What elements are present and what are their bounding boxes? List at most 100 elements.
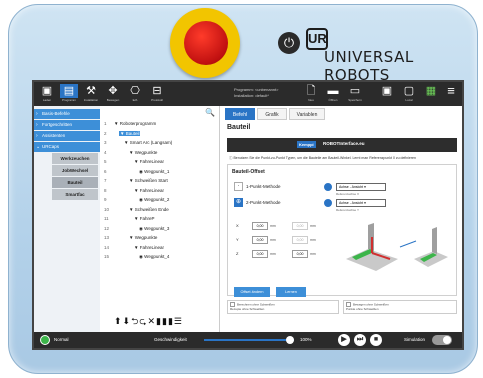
chevron-right-icon: › — [36, 122, 38, 128]
tab-grafik[interactable]: Grafik — [257, 108, 287, 120]
tree-node-label: ▼ Smart Arc (Langsam) — [124, 140, 173, 145]
tree-node-label: ◉ Wegpunkt_4 — [139, 254, 170, 259]
line-number: 8 — [104, 187, 107, 193]
tree-row[interactable]: 9 ◉ Wegpunkt_2 — [104, 196, 169, 203]
ur-cap-icon[interactable]: ▣ — [378, 84, 396, 98]
emergency-stop-button[interactable] — [184, 21, 228, 65]
offset-x-1[interactable]: 0,00 — [252, 222, 268, 230]
offset-row-x: X — [236, 221, 239, 231]
kemppi-banner: Kemppi ROBOTInterface.eu — [227, 138, 457, 152]
tb-label: Laden — [42, 98, 52, 102]
power-button[interactable]: ⏻ — [278, 32, 300, 54]
ur-home-icon[interactable]: ▣ — [38, 84, 56, 98]
tree-node-label: ◉ Wegpunkt_1 — [139, 168, 170, 174]
installation-icon[interactable]: ⚒ — [82, 84, 100, 98]
tree-row[interactable]: 2 ▼ Bauteil — [104, 130, 141, 137]
new-file-icon[interactable]: 🗋 — [302, 84, 320, 98]
speed-label: Geschwindigkeit — [154, 337, 187, 342]
tree-row[interactable]: 3 ▼ Smart Arc (Langsam) — [104, 139, 172, 146]
offset-y-1[interactable]: 0,00 — [252, 236, 268, 244]
menu-icon[interactable]: ≡ — [442, 84, 460, 98]
two-point-method[interactable]: ⊕ 2-Punkt-Methode — [234, 197, 281, 209]
sidebar-subitem-jobwechsel[interactable]: JobWechsel — [52, 165, 98, 176]
io-icon[interactable]: ⎔ — [126, 84, 144, 98]
tab-befehl[interactable]: Befehl — [225, 108, 255, 120]
step-button[interactable]: ⏭ — [354, 334, 366, 346]
banner-text: ROBOTInterface.eu — [323, 141, 365, 146]
move-icon[interactable]: ✥ — [104, 84, 122, 98]
foot-sub: Punkte ohne Schweißen — [346, 307, 379, 311]
speed-slider[interactable] — [204, 339, 294, 341]
offset-row-y: Y — [236, 235, 239, 245]
play-button[interactable]: ▶ — [338, 334, 350, 346]
tree-toolbar[interactable]: ⬆⬇⮌⮎✕▮▮▮☰ — [114, 314, 218, 328]
move-without-welding[interactable]: Bewegen ohne Schweißen Punkte ohne Schwe… — [343, 300, 457, 314]
tree-row[interactable]: 8 ▼ FahreLinear — [104, 187, 164, 194]
line-number: 11 — [104, 216, 109, 221]
search-icon[interactable]: 🔍 — [205, 108, 215, 117]
save-icon[interactable]: ▭ — [346, 84, 364, 98]
calc-without-welding[interactable]: Berechnen ohne Schweißen Rezepte ohne Sc… — [227, 300, 339, 314]
axis-dropdown-2[interactable]: Achse - Ansicht ▾ — [336, 199, 386, 207]
brand-name: UNIVERSAL ROBOTS — [324, 48, 414, 84]
sidebar-item-urcaps[interactable]: ⌄ URCaps — [34, 142, 100, 152]
line-number: 6 — [104, 168, 107, 174]
kemppi-logo: Kemppi — [297, 141, 316, 148]
sidebar-subitem-smartfac[interactable]: Smartfac — [52, 189, 98, 200]
tree-node-label: ▼ Bauteil — [119, 130, 141, 136]
simulation-label: Simulation — [404, 337, 426, 342]
tree-node-label: ▼ Roboterprogramm — [114, 121, 157, 126]
simulation-toggle[interactable] — [432, 335, 452, 345]
tree-row[interactable]: 7 ▼ Schweißen Start — [104, 177, 168, 184]
tb-label: Installation — [83, 98, 99, 102]
method-label: 2-Punkt-Methode — [246, 200, 281, 205]
tree-row[interactable]: 4 ▼ Wegpunkte — [104, 149, 157, 156]
offset-x-2[interactable]: 0,00 — [292, 222, 308, 230]
one-point-method[interactable]: · 1-Punkt-Methode — [234, 181, 281, 193]
tree-row[interactable]: 5 ▼ FahreLinear — [104, 158, 164, 165]
tree-node-label: ◉ Wegpunkt_2 — [139, 197, 170, 202]
offset-z-2[interactable]: 0,00 — [292, 250, 308, 258]
tab-variablen[interactable]: Variablen — [289, 108, 325, 120]
tree-row[interactable]: 15 ◉ Wegpunkt_4 — [104, 253, 169, 260]
tree-row[interactable]: 13 ▼ Wegpunkte — [104, 234, 157, 241]
tree-row[interactable]: 12 ◉ Wegpunkt_3 — [104, 225, 169, 232]
safety-icon[interactable]: ▢ — [400, 84, 418, 98]
unit: mm — [270, 252, 276, 256]
learn-button[interactable]: Lernen — [276, 287, 306, 297]
log-icon[interactable]: ⊟ — [148, 84, 166, 98]
tree-row[interactable]: 1 ▼ Roboterprogramm — [104, 120, 156, 127]
stop-button[interactable]: ■ — [370, 334, 382, 346]
program-icon[interactable]: ▤ — [60, 84, 78, 98]
speed-slider-handle[interactable] — [285, 336, 294, 344]
axis-label: X — [236, 223, 239, 228]
robot-status-icon[interactable] — [40, 335, 50, 345]
sidebar-subitem-bauteil[interactable]: Bauteil — [52, 177, 98, 188]
tree-row[interactable]: 10 ▼ Schweißen Ende — [104, 206, 169, 213]
open-folder-icon[interactable]: ▬ — [324, 84, 342, 98]
sidebar-subitem-werkzeuchen[interactable]: Werkzeuchen — [52, 153, 98, 164]
tb-label: Öffnen — [328, 98, 338, 102]
offset-y-2[interactable]: 0,00 — [292, 236, 308, 244]
line-number: 9 — [104, 197, 107, 202]
radio-two-point[interactable] — [324, 199, 332, 207]
tree-row[interactable]: 11 ▼ FahreP — [104, 215, 154, 222]
offset-z-1[interactable]: 0,00 — [252, 250, 268, 258]
axis-label: Z — [236, 251, 239, 256]
line-number: 4 — [104, 149, 107, 155]
radio-one-point[interactable] — [324, 183, 332, 191]
point-icon: · — [234, 182, 243, 192]
line-number: 10 — [104, 206, 110, 212]
sidebar-item-advanced[interactable]: › Fortgeschritten — [34, 120, 100, 130]
change-offset-button[interactable]: Offset ändern — [234, 287, 270, 297]
axis-dropdown-1[interactable]: Achse - Ansicht ▾ — [336, 183, 386, 191]
status-grid-icon[interactable]: ▦ — [422, 84, 440, 98]
speed-value: 100% — [300, 337, 312, 342]
sidebar-item-basic[interactable]: › Basis-Befehle — [34, 109, 100, 119]
tree-row[interactable]: 14 ▼ FahreLinear — [104, 244, 164, 251]
line-number: 7 — [104, 178, 107, 183]
offset-row-z: Z — [236, 249, 238, 259]
sidebar-item-wizards[interactable]: › Assistenten — [34, 131, 100, 141]
unit: mm — [270, 224, 276, 228]
tree-row[interactable]: 6 ◉ Wegpunkt_1 — [104, 168, 169, 175]
